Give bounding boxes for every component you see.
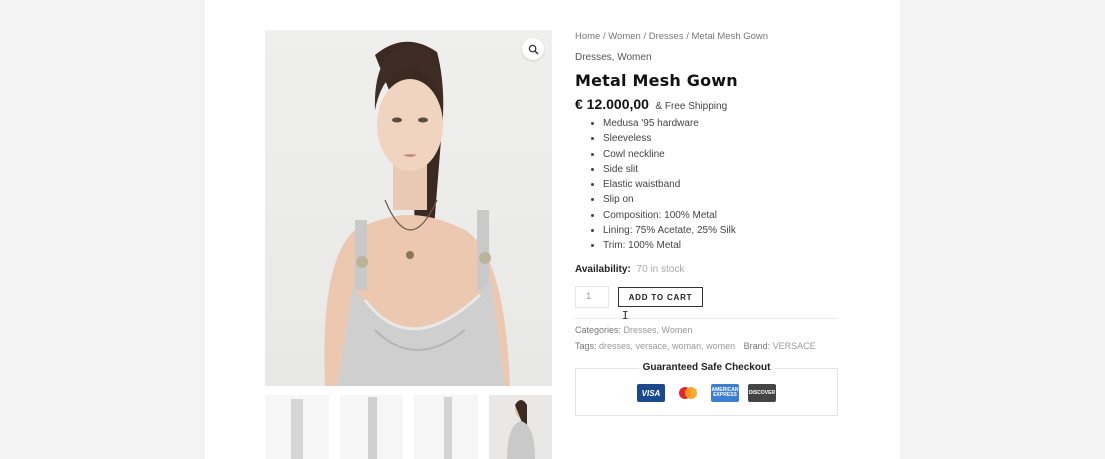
thumbnail-3[interactable] <box>414 395 478 459</box>
feature-item: Sleeveless <box>603 131 736 146</box>
thumbnail-2[interactable] <box>339 395 403 459</box>
feature-list: Medusa '95 hardware Sleeveless Cowl neck… <box>603 116 736 254</box>
search-icon <box>528 44 539 55</box>
thumbnail-gallery <box>265 395 552 459</box>
tags-links[interactable]: dresses, versace, woman, women <box>599 341 735 351</box>
thumbnail-image <box>506 400 535 459</box>
feature-item: Cowl neckline <box>603 147 736 162</box>
thumbnail-image <box>291 399 303 459</box>
product-price: € 12.000,00 <box>575 96 649 112</box>
safe-checkout-box: Guaranteed Safe Checkout VISA AMERICAN E… <box>575 362 838 416</box>
mastercard-logo <box>679 387 697 399</box>
brand-label: Brand: <box>743 341 771 351</box>
visa-card-icon: VISA <box>637 384 665 402</box>
mastercard-icon <box>674 384 702 402</box>
thumbnail-image <box>367 397 377 459</box>
feature-item: Medusa '95 hardware <box>603 116 736 131</box>
breadcrumb-separator: / <box>683 31 692 42</box>
feature-item: Lining: 75% Acetate, 25% Silk <box>603 223 736 238</box>
zoom-button[interactable] <box>522 38 544 60</box>
shipping-note: & Free Shipping <box>655 101 728 112</box>
amex-card-icon: AMERICAN EXPRESS <box>711 384 739 402</box>
breadcrumb-current: Metal Mesh Gown <box>691 31 769 42</box>
breadcrumb-dresses[interactable]: Dresses <box>649 31 684 42</box>
stock-status: 70 in stock <box>636 264 685 275</box>
model-illustration <box>324 41 510 386</box>
categories-links[interactable]: Dresses, Women <box>624 325 693 335</box>
divider <box>575 318 838 319</box>
thumbnail-1[interactable] <box>265 395 329 459</box>
product-categories-top[interactable]: Dresses, Women <box>575 52 652 63</box>
availability: Availability: 70 in stock <box>575 264 684 275</box>
product-main-image[interactable] <box>265 30 552 386</box>
safe-checkout-title: Guaranteed Safe Checkout <box>638 362 775 373</box>
product-meta-categories: Categories: Dresses, Women <box>575 325 692 335</box>
feature-item: Composition: 100% Metal <box>603 208 736 223</box>
categories-label: Categories: <box>575 325 622 335</box>
feature-item: Trim: 100% Metal <box>603 238 736 253</box>
feature-item: Elastic waistband <box>603 177 736 192</box>
product-meta-tags: Tags: dresses, versace, woman, women Bra… <box>575 341 816 351</box>
brand-link[interactable]: VERSACE <box>773 341 816 351</box>
thumbnail-image <box>444 397 452 459</box>
payment-cards: VISA AMERICAN EXPRESS DISCOVER <box>637 384 776 402</box>
breadcrumb-separator: / <box>640 31 649 42</box>
add-to-cart-button[interactable]: ADD TO CART <box>618 287 703 307</box>
feature-item: Side slit <box>603 162 736 177</box>
breadcrumb-women[interactable]: Women <box>608 31 641 42</box>
discover-card-icon: DISCOVER <box>748 384 776 402</box>
breadcrumb-home[interactable]: Home <box>575 31 600 42</box>
feature-item: Slip on <box>603 192 736 207</box>
text-cursor-icon: I <box>622 309 629 322</box>
price-row: € 12.000,00 & Free Shipping <box>575 96 727 114</box>
quantity-input[interactable]: 1 <box>575 286 609 308</box>
product-title: Metal Mesh Gown <box>575 71 738 90</box>
product-page: Home / Women / Dresses / Metal Mesh Gown… <box>205 0 900 459</box>
breadcrumb: Home / Women / Dresses / Metal Mesh Gown <box>575 31 768 42</box>
thumbnail-4[interactable] <box>488 395 552 459</box>
tags-label: Tags: <box>575 341 597 351</box>
availability-label: Availability: <box>575 264 631 275</box>
